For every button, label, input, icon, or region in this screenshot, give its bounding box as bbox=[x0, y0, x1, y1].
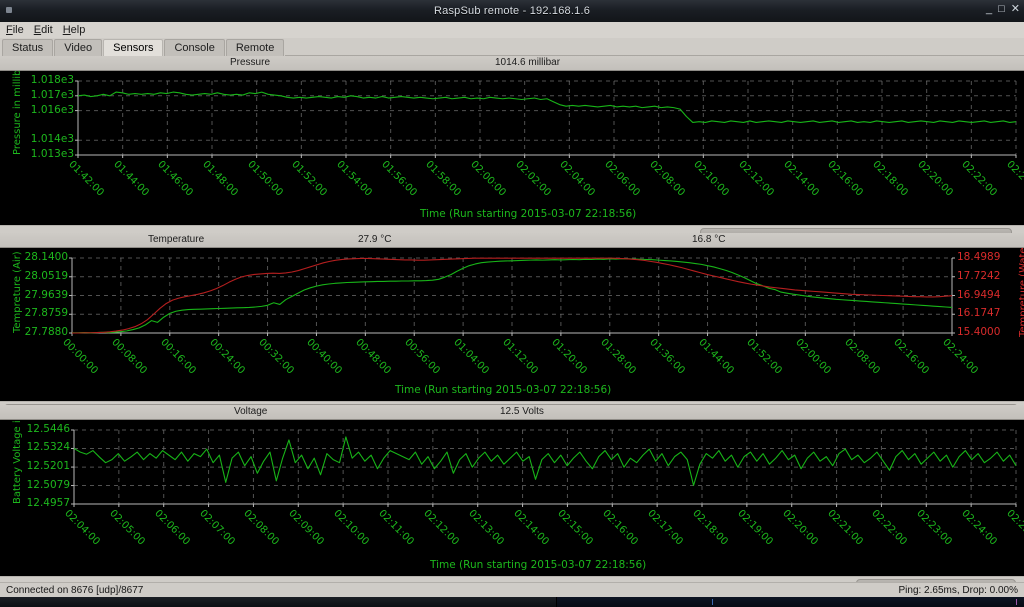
plot-pressure-ytick: 1.017e3 bbox=[30, 88, 74, 101]
pressure-panel-value: 1014.6 millibar bbox=[495, 57, 561, 68]
plot-voltage-ytick: 12.5079 bbox=[26, 478, 70, 491]
taskbar-left-region bbox=[0, 597, 557, 607]
plot-voltage-yaxis-title: Battery Voltage in Volts bbox=[12, 420, 23, 504]
tab-console[interactable]: Console bbox=[164, 39, 225, 56]
plot-temperature-ytick-right: 16.9494 bbox=[957, 288, 1001, 301]
close-icon[interactable]: ✕ bbox=[1011, 4, 1020, 15]
window-title: RaspSub remote - 192.168.1.6 bbox=[433, 5, 591, 17]
status-connection: Connected on 8676 [udp]/8677 bbox=[6, 584, 144, 596]
tab-status[interactable]: Status bbox=[2, 39, 54, 56]
temperature-panel: Temperature 27.9 °C 16.8 °C 28.1400 28.05… bbox=[0, 233, 1024, 415]
plot-voltage-canvas bbox=[0, 420, 1024, 576]
plot-temperature-yaxis-title-right: Tempreture (Water) in °C bbox=[1018, 248, 1024, 337]
plot-voltage-xaxis-title: Time (Run starting 2015-03-07 22:18:56) bbox=[430, 559, 647, 571]
menu-item-file[interactable]: File bbox=[6, 24, 24, 36]
menu-bar: File Edit Help bbox=[0, 22, 1024, 39]
menu-item-file-rest: ile bbox=[12, 24, 24, 36]
temperature-panel-value-water: 16.8 °C bbox=[692, 234, 726, 245]
plot-temperature-xaxis-title: Time (Run starting 2015-03-07 22:18:56) bbox=[395, 384, 612, 396]
minimize-icon[interactable]: _ bbox=[986, 4, 992, 15]
tab-remote[interactable]: Remote bbox=[225, 39, 285, 56]
pressure-panel-title: Pressure bbox=[230, 57, 271, 68]
voltage-plot[interactable]: 12.5446 12.5324 12.5201 12.5079 12.4957 02:04… bbox=[0, 420, 1024, 576]
tab-sensors[interactable]: Sensors bbox=[103, 39, 164, 56]
status-bar: Connected on 8676 [udp]/8677 Ping: 2.65m… bbox=[0, 582, 1024, 597]
pressure-panel: Pressure 1014.6 millibar 1.018e3 1.017e3 1… bbox=[0, 56, 1024, 239]
title-bar: RaspSub remote - 192.168.1.6 _ □ ✕ bbox=[0, 0, 1024, 23]
plot-pressure-canvas bbox=[0, 71, 1024, 225]
voltage-panel-title: Voltage bbox=[234, 406, 268, 417]
voltage-panel: Voltage 12.5 Volts 12.5446 12.5324 12.5201… bbox=[0, 405, 1024, 590]
temperature-panel-value-air: 27.9 °C bbox=[358, 234, 392, 245]
plot-pressure-ytick: 1.014e3 bbox=[30, 133, 74, 146]
plot-temperature-canvas bbox=[0, 248, 1024, 401]
plot-temperature-ytick: 27.7880 bbox=[24, 326, 68, 338]
plot-voltage-ytick: 12.5201 bbox=[26, 460, 70, 473]
plot-temperature-ytick-right: 16.1747 bbox=[957, 307, 1001, 320]
plot-temperature-ytick: 28.1400 bbox=[24, 251, 68, 263]
plot-temperature-ytick-right: 17.7242 bbox=[957, 269, 1001, 282]
status-ping: Ping: 2.65ms, Drop: 0.00% bbox=[898, 584, 1018, 596]
menu-item-help[interactable]: Help bbox=[63, 24, 86, 36]
pressure-panel-header: Pressure 1014.6 millibar bbox=[0, 56, 1024, 71]
taskbar-tick-1 bbox=[712, 599, 713, 605]
pressure-plot[interactable]: 1.018e3 1.017e3 1.016e3 1.014e3 1.013e3 01:42… bbox=[0, 71, 1024, 225]
window-controls: _ □ ✕ bbox=[986, 4, 1020, 15]
menu-item-help-rest: elp bbox=[70, 24, 86, 36]
plot-voltage-ytick: 12.5324 bbox=[26, 441, 70, 454]
maximize-icon[interactable]: □ bbox=[998, 4, 1005, 15]
desktop-taskbar bbox=[0, 597, 1024, 607]
tab-bar: Status Video Sensors Console Remote bbox=[0, 38, 1024, 56]
temperature-panel-header: Temperature 27.9 °C 16.8 °C bbox=[0, 233, 1024, 248]
plot-voltage-ytick: 12.5446 bbox=[26, 423, 70, 435]
voltage-panel-header: Voltage 12.5 Volts bbox=[0, 405, 1024, 420]
plot-pressure-ytick: 1.013e3 bbox=[30, 148, 74, 160]
plot-temperature-ytick: 27.9639 bbox=[24, 288, 68, 301]
plot-voltage-ytick: 12.4957 bbox=[26, 497, 70, 509]
window-icon bbox=[6, 7, 12, 13]
temperature-panel-title: Temperature bbox=[148, 234, 205, 245]
plot-temperature-yaxis-title: Tempreture (Air) in °C bbox=[12, 248, 23, 333]
plot-pressure-ytick: 1.016e3 bbox=[30, 103, 74, 116]
app-window: RaspSub remote - 192.168.1.6 _ □ ✕ File … bbox=[0, 0, 1024, 607]
plot-pressure-xaxis-title: Time (Run starting 2015-03-07 22:18:56) bbox=[420, 208, 637, 220]
plot-pressure-yaxis-title: Pressure in millibar bbox=[12, 71, 23, 155]
voltage-panel-value: 12.5 Volts bbox=[500, 406, 544, 417]
plot-temperature-ytick: 28.0519 bbox=[24, 269, 68, 282]
taskbar-tick-2 bbox=[1016, 599, 1017, 605]
plot-temperature-ytick-right: 18.4989 bbox=[957, 251, 1001, 263]
plot-temperature-ytick-right: 15.4000 bbox=[957, 326, 1001, 338]
menu-item-edit[interactable]: Edit bbox=[34, 24, 53, 36]
plot-temperature-ytick: 27.8759 bbox=[24, 307, 68, 320]
menu-item-edit-rest: dit bbox=[41, 24, 53, 36]
tab-video[interactable]: Video bbox=[54, 39, 103, 56]
plot-pressure-ytick: 1.018e3 bbox=[30, 74, 74, 86]
temperature-plot[interactable]: 28.1400 28.0519 27.9639 27.8759 27.7880 18.49… bbox=[0, 248, 1024, 401]
